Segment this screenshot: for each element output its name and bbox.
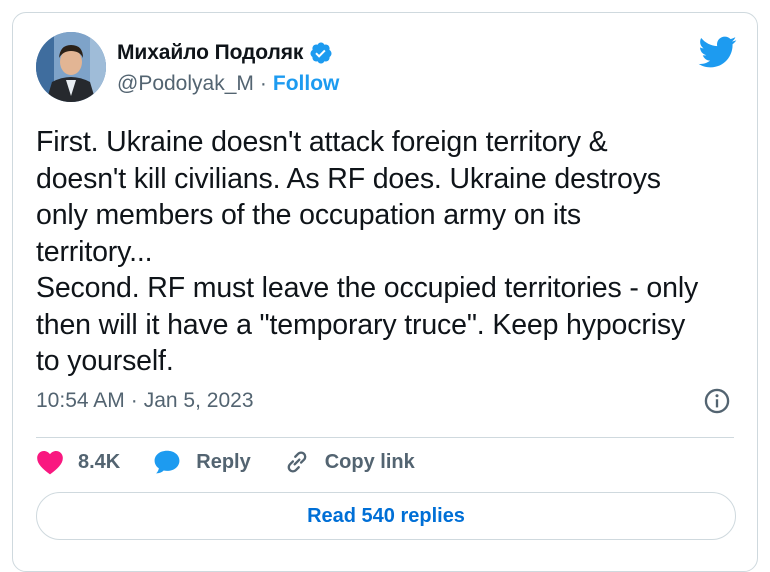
follow-link[interactable]: Follow: [273, 72, 340, 96]
twitter-bird-icon[interactable]: [697, 35, 737, 69]
handle-separator: ·: [259, 72, 267, 95]
reply-bubble-icon: [154, 450, 180, 474]
author-handle[interactable]: @Podolyak_M: [117, 72, 254, 96]
reply-label: Reply: [196, 450, 251, 473]
link-icon: [287, 451, 307, 473]
tweet-card: Михайло Подоляк @Podolyak_M · Follow Fir…: [12, 12, 758, 572]
divider: [36, 437, 734, 438]
tweet-text: First. Ukraine doesn't attack foreign te…: [36, 126, 699, 377]
like-button[interactable]: 8.4K: [36, 449, 120, 475]
tweet-date: Jan 5, 2023: [143, 389, 254, 412]
author-name-row: Михайло Подоляк: [117, 41, 333, 65]
copy-link-button[interactable]: Copy link: [283, 448, 415, 476]
heart-icon: [37, 451, 63, 475]
info-icon[interactable]: [703, 387, 731, 415]
avatar-photo: [36, 32, 106, 102]
like-count: 8.4K: [78, 450, 121, 473]
read-replies-button[interactable]: Read 540 replies: [36, 492, 736, 540]
tweet-timestamp[interactable]: 10:54 AM · Jan 5, 2023: [36, 389, 254, 413]
copy-link-label: Copy link: [324, 450, 415, 473]
avatar[interactable]: [36, 32, 106, 102]
timestamp-separator: ·: [130, 389, 138, 412]
author-name[interactable]: Михайло Подоляк: [117, 41, 303, 65]
action-bar: 8.4K Reply Copy link: [36, 448, 447, 476]
tweet-time: 10:54 AM: [36, 389, 125, 412]
verified-badge-icon: [310, 42, 332, 64]
reply-button[interactable]: Reply: [152, 449, 251, 475]
author-handle-row: @Podolyak_M · Follow: [117, 72, 339, 96]
